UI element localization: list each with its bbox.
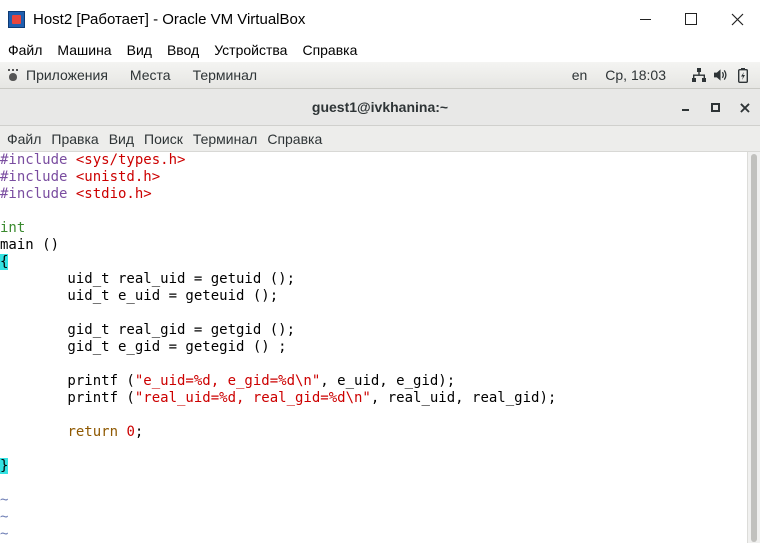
code-line-3: #include <stdio.h> — [0, 186, 152, 203]
panel-places-menu[interactable]: Места — [130, 67, 171, 83]
terminal-menu-edit[interactable]: Правка — [51, 131, 98, 147]
keyboard-layout-indicator[interactable]: en — [572, 67, 588, 83]
include-file: <unistd.h> — [75, 169, 161, 185]
panel-right: en Ср, 18:03 — [572, 62, 750, 88]
virtualbox-app-icon[interactable] — [8, 10, 25, 28]
include-file: <stdio.h> — [75, 186, 152, 202]
code-text: ; — [134, 424, 144, 440]
preprocessor: #include — [0, 186, 76, 202]
minimize-button[interactable] — [622, 0, 668, 38]
vbox-menu-machine[interactable]: Машина — [49, 42, 111, 58]
vbox-menu-input[interactable]: Ввод — [159, 42, 199, 58]
terminal-menu-view[interactable]: Вид — [109, 131, 134, 147]
maximize-button[interactable] — [668, 0, 714, 38]
code-text: , e_uid, e_gid); — [320, 373, 456, 389]
terminal-menu-terminal[interactable]: Терминал — [193, 131, 257, 147]
string-literal: "real_uid=%d, real_gid=%d\n" — [134, 390, 371, 406]
code-line-14: printf ("e_uid=%d, e_gid=%d\n", e_uid, e… — [0, 373, 455, 390]
code-line-1: #include <sys/types.h> — [0, 152, 185, 169]
gnome-foot-icon — [7, 69, 19, 81]
preprocessor: #include — [0, 152, 76, 168]
matched-brace: { — [0, 254, 9, 270]
terminal-menubar: Файл Правка Вид Поиск Терминал Справка — [0, 126, 760, 152]
empty-line-marker: ~ — [0, 492, 9, 508]
terminal-minimize-button[interactable] — [670, 89, 700, 125]
code-text: , real_uid, real_gid); — [370, 390, 557, 406]
code-line-8: uid_t real_uid = getuid (); — [0, 271, 296, 287]
terminal-window-controls: × — [670, 89, 760, 125]
terminal-title: guest1@ivkhanina:~ — [311, 99, 449, 115]
network-icon[interactable] — [692, 68, 706, 82]
terminal-menu-file[interactable]: Файл — [7, 131, 41, 147]
terminal-text-area[interactable]: #include <sys/types.h> #include <unistd.… — [0, 152, 747, 543]
matched-brace: } — [0, 458, 9, 474]
empty-line-marker: ~ — [0, 526, 9, 542]
vbox-window-title: Host2 [Работает] - Oracle VM VirtualBox — [33, 10, 306, 28]
keyword-return: return — [67, 424, 119, 440]
panel-left: Приложения Места Терминал — [0, 67, 279, 83]
vbox-menu-devices[interactable]: Устройства — [206, 42, 287, 58]
panel-clock[interactable]: Ср, 18:03 — [605, 67, 666, 83]
vbox-menubar: Файл Машина Вид Ввод Устройства Справка — [0, 38, 760, 62]
terminal-headerbar: guest1@ivkhanina:~ × — [0, 89, 760, 126]
battery-icon[interactable] — [736, 67, 750, 83]
terminal-close-button[interactable]: × — [730, 89, 760, 125]
code-text: printf ( — [0, 390, 135, 406]
string-literal: "e_uid=%d, e_gid=%d\n" — [134, 373, 321, 389]
close-button[interactable] — [714, 0, 760, 38]
number-literal: 0 — [126, 424, 135, 440]
code-line-2: #include <unistd.h> — [0, 169, 160, 186]
code-line-12: gid_t e_gid = getegid () ; — [0, 339, 287, 355]
preprocessor: #include — [0, 169, 76, 185]
include-file: <sys/types.h> — [75, 152, 186, 168]
code-line-7: { — [0, 254, 9, 271]
vbox-menu-help[interactable]: Справка — [294, 42, 357, 58]
close-icon: × — [738, 97, 752, 117]
terminal-menu-search[interactable]: Поиск — [144, 131, 183, 147]
code-line-6: main () — [0, 237, 60, 253]
vbox-menu-view[interactable]: Вид — [119, 42, 152, 58]
terminal-scrollbar[interactable] — [747, 152, 760, 543]
vbox-menu-file[interactable]: Файл — [0, 42, 42, 58]
code-line-15: printf ("real_uid=%d, real_gid=%d\n", re… — [0, 390, 556, 407]
panel-terminal-menu[interactable]: Терминал — [193, 67, 257, 83]
vbox-titlebar: Host2 [Работает] - Oracle VM VirtualBox — [0, 0, 760, 38]
terminal-menu-help[interactable]: Справка — [267, 131, 322, 147]
panel-applications-menu[interactable]: Приложения — [26, 67, 108, 83]
code-line-11: gid_t real_gid = getgid (); — [0, 322, 296, 338]
gnome-top-panel: Приложения Места Терминал en Ср, 18:03 — [0, 62, 760, 89]
empty-line-marker: ~ — [0, 509, 9, 525]
terminal-maximize-button[interactable] — [700, 89, 730, 125]
close-icon — [731, 13, 743, 25]
code-line-5: int — [0, 220, 26, 236]
code-text: printf ( — [0, 373, 135, 389]
code-line-9: uid_t e_uid = geteuid (); — [0, 288, 279, 304]
scrollbar-thumb[interactable] — [751, 154, 757, 542]
window-controls — [622, 0, 760, 38]
code-line-17: return 0; — [0, 424, 143, 441]
code-line-19: } — [0, 458, 9, 475]
volume-icon[interactable] — [714, 68, 728, 82]
